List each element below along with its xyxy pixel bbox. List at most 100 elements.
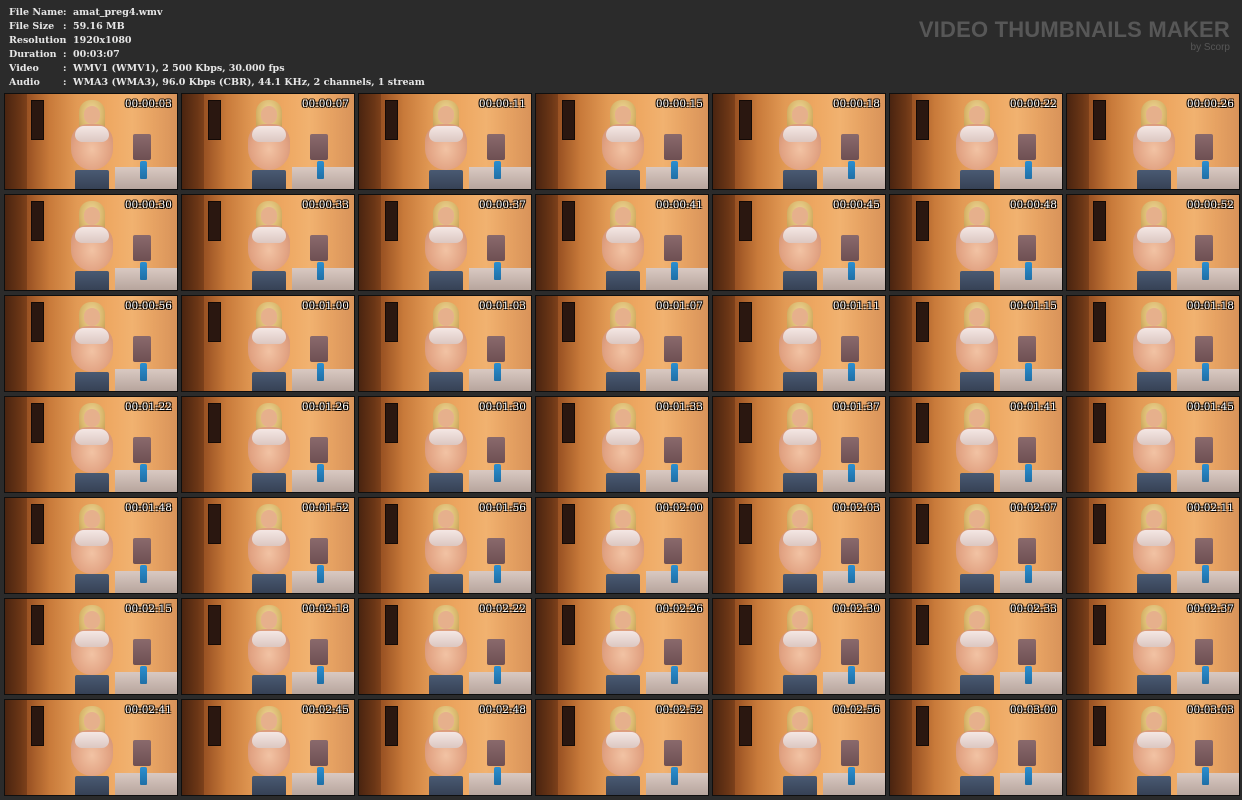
scene-door bbox=[1067, 498, 1089, 593]
person-jeans bbox=[252, 473, 286, 492]
thumbnail-timestamp: 00:01:26 bbox=[301, 401, 349, 413]
person-top bbox=[75, 631, 109, 647]
thumbnail-timestamp: 00:01:11 bbox=[832, 300, 880, 312]
scene-bottle bbox=[671, 464, 678, 482]
scene-picture-frame bbox=[31, 302, 44, 342]
person-jeans bbox=[1137, 271, 1171, 290]
thumbnail-timestamp: 00:02:15 bbox=[124, 603, 172, 615]
scene-person bbox=[948, 605, 1004, 694]
person-top bbox=[783, 328, 817, 344]
info-row-video: Video : WMV1 (WMV1), 2 500 Kbps, 30.000 … bbox=[9, 62, 425, 76]
info-separator: : bbox=[63, 21, 67, 32]
scene-bottle bbox=[494, 161, 501, 179]
person-face bbox=[969, 106, 985, 124]
scene-person bbox=[240, 504, 296, 593]
scene-door bbox=[713, 195, 735, 290]
scene-door bbox=[890, 498, 912, 593]
person-face bbox=[792, 611, 808, 629]
scene-picture-frame bbox=[562, 201, 575, 241]
scene-door bbox=[890, 599, 912, 694]
person-jeans bbox=[606, 271, 640, 290]
scene-towel bbox=[841, 336, 859, 362]
thumbnail-timestamp: 00:03:03 bbox=[1186, 704, 1234, 716]
video-thumbnail: 00:02:07 bbox=[889, 497, 1063, 594]
video-thumbnail: 00:01:26 bbox=[181, 396, 355, 493]
scene-bottle bbox=[1202, 363, 1209, 381]
scene-door bbox=[536, 397, 558, 492]
scene-towel bbox=[487, 235, 505, 261]
info-value: 1920x1080 bbox=[73, 35, 132, 46]
person-jeans bbox=[252, 776, 286, 795]
scene-person bbox=[948, 100, 1004, 189]
scene-door bbox=[1067, 700, 1089, 795]
person-jeans bbox=[252, 271, 286, 290]
thumbnail-timestamp: 00:02:33 bbox=[1009, 603, 1057, 615]
scene-picture-frame bbox=[916, 100, 929, 140]
person-top bbox=[429, 530, 463, 546]
thumbnail-timestamp: 00:02:41 bbox=[124, 704, 172, 716]
video-thumbnail: 00:02:33 bbox=[889, 598, 1063, 695]
person-face bbox=[261, 207, 277, 225]
scene-towel bbox=[1195, 437, 1213, 463]
video-thumbnail: 00:01:30 bbox=[358, 396, 532, 493]
video-thumbnail: 00:02:48 bbox=[358, 699, 532, 796]
scene-picture-frame bbox=[739, 302, 752, 342]
person-face bbox=[615, 106, 631, 124]
scene-person bbox=[948, 403, 1004, 492]
person-face bbox=[792, 106, 808, 124]
scene-person bbox=[63, 706, 119, 795]
scene-picture-frame bbox=[739, 403, 752, 443]
thumbnail-timestamp: 00:02:07 bbox=[1009, 502, 1057, 514]
person-jeans bbox=[783, 473, 817, 492]
scene-picture-frame bbox=[1093, 100, 1106, 140]
info-label: File Size bbox=[9, 21, 55, 32]
video-thumbnail: 00:01:45 bbox=[1066, 396, 1240, 493]
video-thumbnail: 00:01:52 bbox=[181, 497, 355, 594]
scene-picture-frame bbox=[385, 605, 398, 645]
person-jeans bbox=[783, 776, 817, 795]
scene-person bbox=[1125, 201, 1181, 290]
video-thumbnail: 00:01:22 bbox=[4, 396, 178, 493]
scene-person bbox=[948, 706, 1004, 795]
person-top bbox=[429, 631, 463, 647]
scene-person bbox=[240, 706, 296, 795]
thumbnail-timestamp: 00:02:11 bbox=[1186, 502, 1234, 514]
thumbnail-timestamp: 00:01:45 bbox=[1186, 401, 1234, 413]
scene-person bbox=[240, 100, 296, 189]
person-jeans bbox=[960, 170, 994, 189]
scene-bottle bbox=[848, 262, 855, 280]
person-top bbox=[960, 429, 994, 445]
file-info-panel: File Name : amat_preg4.wmv File Size : 5… bbox=[9, 6, 425, 90]
scene-person bbox=[63, 403, 119, 492]
scene-door bbox=[359, 296, 381, 391]
video-thumbnail: 00:01:00 bbox=[181, 295, 355, 392]
scene-bottle bbox=[140, 363, 147, 381]
person-jeans bbox=[960, 776, 994, 795]
person-top bbox=[252, 631, 286, 647]
scene-person bbox=[63, 302, 119, 391]
scene-bottle bbox=[494, 363, 501, 381]
scene-bottle bbox=[671, 565, 678, 583]
scene-towel bbox=[310, 437, 328, 463]
person-jeans bbox=[252, 170, 286, 189]
person-jeans bbox=[1137, 372, 1171, 391]
scene-towel bbox=[841, 235, 859, 261]
scene-person bbox=[771, 201, 827, 290]
info-value: 00:03:07 bbox=[73, 49, 120, 60]
scene-towel bbox=[133, 235, 151, 261]
person-jeans bbox=[429, 372, 463, 391]
scene-bottle bbox=[317, 767, 324, 785]
scene-bottle bbox=[317, 565, 324, 583]
person-face bbox=[438, 409, 454, 427]
person-top bbox=[1137, 126, 1171, 142]
video-thumbnail: 00:02:52 bbox=[535, 699, 709, 796]
person-face bbox=[84, 409, 100, 427]
person-top bbox=[960, 530, 994, 546]
person-face bbox=[1146, 510, 1162, 528]
person-top bbox=[1137, 732, 1171, 748]
scene-towel bbox=[1195, 740, 1213, 766]
thumbnail-timestamp: 00:00:15 bbox=[655, 98, 703, 110]
person-jeans bbox=[75, 675, 109, 694]
video-thumbnail: 00:00:22 bbox=[889, 93, 1063, 190]
scene-door bbox=[182, 599, 204, 694]
